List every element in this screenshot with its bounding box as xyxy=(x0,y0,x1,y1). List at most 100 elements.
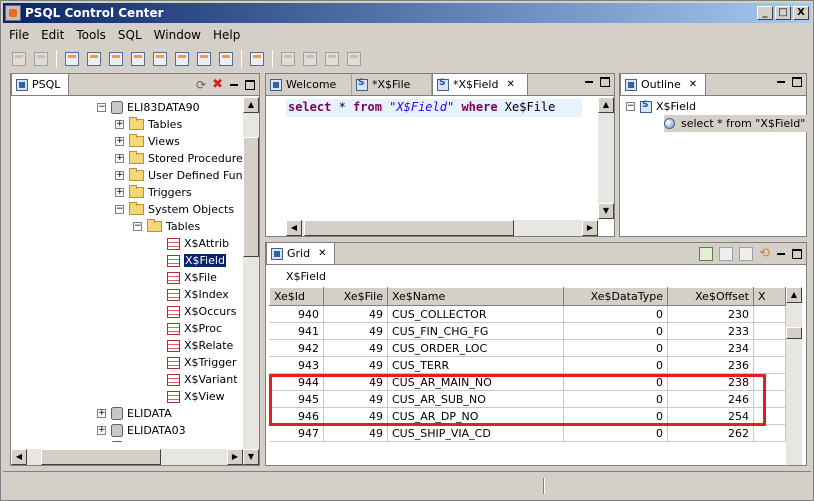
refresh-grid-icon[interactable]: ⟲ xyxy=(759,246,770,261)
tree-node[interactable]: X$Variant xyxy=(167,371,238,388)
table-row[interactable]: 947 49 CUS_SHIP_VIA_CD 0 262 xyxy=(269,424,786,442)
table-row[interactable]: 941 49 CUS_FIN_CHG_FG 0 233 xyxy=(269,322,786,340)
column-header[interactable]: Xe$DataType xyxy=(563,287,668,306)
table-cell[interactable]: 230 xyxy=(667,305,754,323)
outline-statement[interactable]: select * from "X$Field" xyxy=(664,115,812,132)
maximize-editor-icon[interactable] xyxy=(600,77,610,87)
tree-node[interactable]: +ELIDATA06 xyxy=(97,439,186,442)
table-cell[interactable] xyxy=(753,424,786,442)
menu-window[interactable]: Window xyxy=(148,28,207,42)
table-cell[interactable]: 49 xyxy=(323,305,388,323)
expand-icon[interactable]: + xyxy=(115,120,124,129)
scroll-thumb-h[interactable] xyxy=(304,220,514,236)
table-cell[interactable]: CUS_ORDER_LOC xyxy=(387,339,564,357)
tree-node[interactable]: + Stored Procedures xyxy=(115,150,243,167)
table-cell[interactable]: 49 xyxy=(323,339,388,357)
maximize-button[interactable]: □ xyxy=(775,6,791,20)
table-row[interactable]: 943 49 CUS_TERR 0 236 xyxy=(269,356,786,374)
table-cell[interactable]: CUS_AR_MAIN_NO xyxy=(387,373,564,391)
column-header[interactable]: X xyxy=(753,287,786,306)
minimize-grid-icon[interactable] xyxy=(776,249,786,259)
tree-node[interactable]: + Tables xyxy=(115,116,182,133)
minimize-editor-icon[interactable] xyxy=(584,77,594,87)
tree-node[interactable]: X$Trigger xyxy=(167,354,236,371)
menu-sql[interactable]: SQL xyxy=(112,28,148,42)
collapse-icon[interactable]: − xyxy=(115,205,124,214)
table-cell[interactable]: 0 xyxy=(563,407,668,425)
delete-icon[interactable]: ✖ xyxy=(212,77,223,92)
scroll-left-button[interactable]: ◀ xyxy=(286,220,302,236)
new-group-icon[interactable] xyxy=(216,49,236,69)
tab-grid[interactable]: Grid ✕ xyxy=(266,243,336,264)
tab-psql[interactable]: PSQL xyxy=(11,73,70,95)
tree-node[interactable]: − ELI83DATA90 xyxy=(97,99,200,116)
grid-vertical-scrollbar[interactable]: ▲ xyxy=(786,287,802,465)
table-cell[interactable] xyxy=(753,305,786,323)
table-cell[interactable]: CUS_AR_DP_NO xyxy=(387,407,564,425)
table-cell[interactable]: 947 xyxy=(269,424,324,442)
table-cell[interactable]: 238 xyxy=(667,373,754,391)
run-sql-icon[interactable] xyxy=(278,49,298,69)
table-cell[interactable] xyxy=(753,373,786,391)
table-row[interactable]: 945 49 CUS_AR_SUB_NO 0 246 xyxy=(269,390,786,408)
table-row[interactable]: 940 49 CUS_COLLECTOR 0 230 xyxy=(269,305,786,323)
table-cell[interactable]: 945 xyxy=(269,390,324,408)
new-trigger-icon[interactable] xyxy=(172,49,192,69)
scroll-down-button[interactable]: ▼ xyxy=(243,449,259,465)
tab-welcome[interactable]: Welcome xyxy=(266,74,352,95)
expand-icon[interactable]: + xyxy=(115,137,124,146)
table-cell[interactable] xyxy=(753,390,786,408)
tree-node[interactable]: − Tables xyxy=(133,218,200,235)
collapse-icon[interactable]: − xyxy=(97,103,106,112)
table-cell[interactable]: 49 xyxy=(323,424,388,442)
expand-icon[interactable]: + xyxy=(97,426,106,435)
scroll-up-button[interactable]: ▲ xyxy=(243,97,259,113)
sql-editor[interactable]: select * from "X$Field" where Xe$File xyxy=(288,100,555,114)
tab-outline[interactable]: Outline ✕ xyxy=(620,73,707,95)
tree-node[interactable]: X$Relate xyxy=(167,337,233,354)
tab-xfile[interactable]: *X$File xyxy=(352,74,432,95)
table-cell[interactable]: 941 xyxy=(269,322,324,340)
maximize-panel-icon[interactable] xyxy=(245,79,255,90)
new-view-icon[interactable] xyxy=(106,49,126,69)
expand-icon[interactable]: + xyxy=(97,409,106,418)
scroll-down-button[interactable]: ▼ xyxy=(598,203,614,219)
tree-node[interactable]: − System Objects xyxy=(115,201,234,218)
export-icon[interactable] xyxy=(344,49,364,69)
collapse-icon[interactable]: − xyxy=(133,222,142,231)
print-icon[interactable] xyxy=(31,49,51,69)
table-cell[interactable]: 942 xyxy=(269,339,324,357)
table-cell[interactable] xyxy=(753,322,786,340)
menu-help[interactable]: Help xyxy=(207,28,246,42)
explorer-vertical-scrollbar[interactable]: ▲ ▼ xyxy=(243,97,259,465)
table-cell[interactable]: CUS_TERR xyxy=(387,356,564,374)
outline-root[interactable]: − X$Field xyxy=(626,98,696,115)
expand-icon[interactable]: + xyxy=(115,154,124,163)
table-cell[interactable]: 236 xyxy=(667,356,754,374)
tree-node[interactable]: X$Field xyxy=(167,252,226,269)
table-row[interactable]: 942 49 CUS_ORDER_LOC 0 234 xyxy=(269,339,786,357)
tree-node[interactable]: X$Proc xyxy=(167,320,222,337)
menu-tools[interactable]: Tools xyxy=(70,28,112,42)
menu-file[interactable]: File xyxy=(3,28,35,42)
editor-vertical-scrollbar[interactable]: ▲ ▼ xyxy=(598,97,614,219)
table-cell[interactable]: CUS_SHIP_VIA_CD xyxy=(387,424,564,442)
table-cell[interactable]: 246 xyxy=(667,390,754,408)
tree-node[interactable]: X$File xyxy=(167,269,217,286)
table-cell[interactable] xyxy=(753,356,786,374)
refresh-icon[interactable]: ⟳ xyxy=(196,78,206,92)
tree-node[interactable]: + User Defined Func xyxy=(115,167,243,184)
table-cell[interactable]: CUS_COLLECTOR xyxy=(387,305,564,323)
minimize-outline-icon[interactable] xyxy=(776,77,786,87)
scroll-thumb[interactable] xyxy=(786,327,802,339)
tree-node[interactable]: + ELIDATA03 xyxy=(97,422,186,439)
tree-node[interactable]: X$View xyxy=(167,388,225,405)
table-cell[interactable]: 0 xyxy=(563,390,668,408)
scroll-thumb[interactable] xyxy=(243,137,259,257)
menu-edit[interactable]: Edit xyxy=(35,28,70,42)
table-cell[interactable]: 0 xyxy=(563,339,668,357)
scroll-left-button[interactable]: ◀ xyxy=(11,449,27,465)
scroll-up-button[interactable]: ▲ xyxy=(598,97,614,113)
column-header[interactable]: Xe$Offset xyxy=(667,287,754,306)
table-cell[interactable]: 0 xyxy=(563,356,668,374)
